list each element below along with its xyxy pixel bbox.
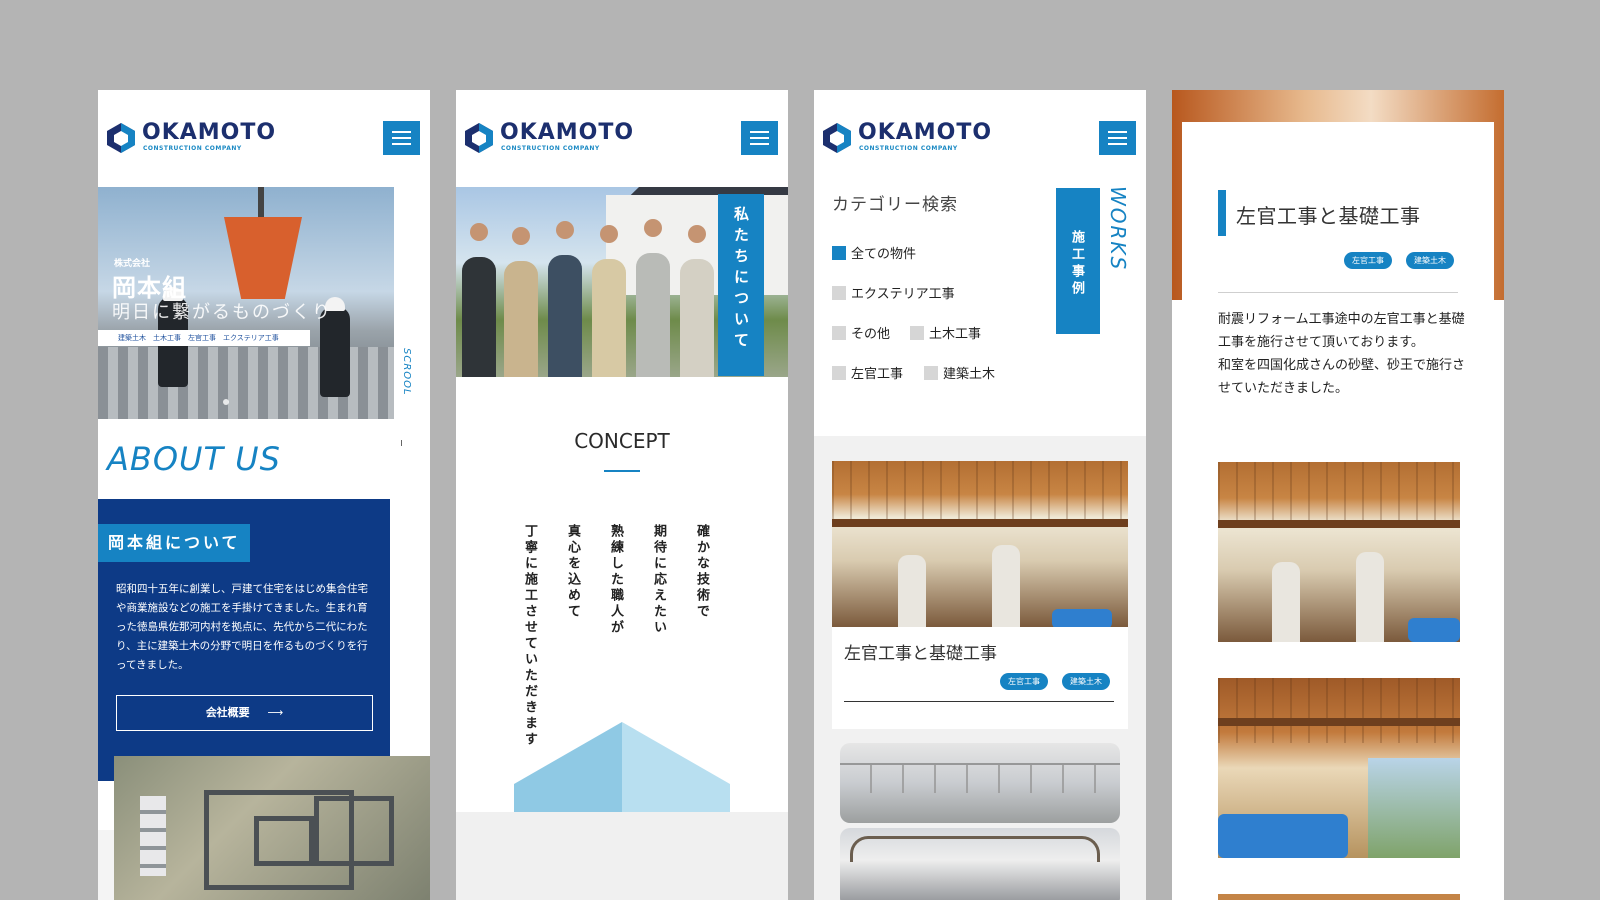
category-civil[interactable]: 土木工事 (910, 323, 981, 342)
detail-title: 左官工事と基礎工事 (1236, 204, 1421, 228)
tag-plaster[interactable]: 左官工事 (1000, 673, 1048, 690)
screen-about: OKAMOTO CONSTRUCTION COMPANY 私たちについて CON… (456, 90, 788, 900)
logo-wordmark: OKAMOTO (500, 120, 635, 145)
works-thumbnail[interactable] (840, 743, 1120, 823)
tag-architecture[interactable]: 建築土木 (1062, 673, 1110, 690)
aerial-photo (114, 756, 430, 900)
logo-wordmark: OKAMOTO (858, 120, 993, 145)
detail-photo (1218, 462, 1460, 642)
works-thumbnail[interactable] (840, 828, 1120, 900)
logo-subtitle: CONSTRUCTION COMPANY (859, 145, 958, 152)
concept-line-3: 熟練した職人が (608, 524, 623, 636)
title-accent (1218, 190, 1226, 236)
logo-subtitle: CONSTRUCTION COMPANY (501, 145, 600, 152)
carousel-dots[interactable] (222, 398, 262, 406)
checkbox-icon (832, 285, 846, 300)
category-exterior[interactable]: エクステリア工事 (832, 283, 955, 302)
site-header: OKAMOTO CONSTRUCTION COMPANY (456, 90, 788, 184)
hexagon-graphic (514, 722, 730, 818)
company-profile-button[interactable]: 会社概要 ⟶ (116, 695, 373, 731)
category-search-title: カテゴリー検索 (832, 195, 958, 215)
hamburger-icon (392, 131, 411, 133)
category-architecture[interactable]: 建築土木 (924, 363, 995, 382)
concept-line-1: 確かな技術で (694, 524, 709, 620)
card-photo (832, 461, 1128, 627)
category-all[interactable]: 全ての物件 (832, 243, 916, 262)
detail-paragraph-1: 耐震リフォーム工事途中の左官工事と基礎工事を施行させて頂いております。 (1218, 312, 1465, 350)
menu-button[interactable] (383, 121, 420, 155)
concept-line-2: 期待に応えたい (651, 524, 666, 636)
hero-catchphrase: 明日に繋がるものづくり (112, 302, 332, 323)
concept-underline (604, 470, 640, 472)
concept-title: CONCEPT (574, 429, 670, 453)
hamburger-icon (1108, 131, 1127, 133)
hexagon-logo-icon (823, 123, 851, 153)
checkbox-icon (924, 365, 938, 380)
menu-button[interactable] (1099, 121, 1136, 155)
checkbox-icon (832, 325, 846, 340)
works-tab: 施工事例 (1056, 188, 1100, 334)
category-other[interactable]: その他 (832, 323, 890, 342)
checkbox-icon (832, 365, 846, 380)
about-section-title: ABOUT US (107, 440, 281, 478)
company-profile-label: 会社概要 (205, 706, 250, 719)
tag-architecture[interactable]: 建築土木 (1406, 252, 1454, 269)
scroll-indicator: SCROOL (401, 348, 412, 396)
about-text: 昭和四十五年に創業し、戸建て住宅をはじめ集合住宅や商業施設などの施工を手掛けてき… (116, 583, 368, 671)
concept-line-5: 丁寧に施工させていただきます (522, 524, 537, 748)
hexagon-logo-icon (107, 123, 135, 153)
logo-subtitle: CONSTRUCTION COMPANY (143, 145, 242, 152)
about-us-tab: 私たちについて (718, 194, 764, 376)
tag-plaster[interactable]: 左官工事 (1344, 252, 1392, 269)
hero-service-tags: 建築土木 土木工事 左官工事 エクステリア工事 (98, 330, 310, 346)
scroll-tick (401, 440, 402, 446)
site-header: OKAMOTO CONSTRUCTION COMPANY (814, 90, 1146, 184)
works-label: WORKS (1106, 186, 1130, 272)
menu-button[interactable] (741, 121, 778, 155)
detail-body: 耐震リフォーム工事途中の左官工事と基礎工事を施行させて頂いております。 和室を四… (1218, 308, 1466, 400)
screen-works: OKAMOTO CONSTRUCTION COMPANY カテゴリー検索 全ての… (814, 90, 1146, 900)
card-title: 左官工事と基礎工事 (844, 644, 997, 664)
category-plaster[interactable]: 左官工事 (832, 363, 903, 382)
checkbox-icon (910, 325, 924, 340)
detail-photo (1218, 894, 1460, 900)
detail-photo (1218, 678, 1460, 858)
concept-line-4: 真心を込めて (565, 524, 580, 620)
checkbox-icon (832, 245, 846, 260)
arrow-right-icon: ⟶ (267, 706, 284, 719)
screen-work-detail: 左官工事と基礎工事 左官工事 建築土木 耐震リフォーム工事途中の左官工事と基礎工… (1172, 90, 1504, 900)
hamburger-icon (750, 131, 769, 133)
detail-paragraph-2: 和室を四国化成さんの砂壁、砂王で施行させていただきました。 (1218, 358, 1466, 396)
works-card[interactable]: 左官工事と基礎工事 左官工事 建築土木 (832, 461, 1128, 729)
screen-top-page: OKAMOTO CONSTRUCTION COMPANY 株式会社 岡本組 明日… (98, 90, 430, 900)
about-label: 岡本組について (98, 524, 250, 562)
logo-wordmark: OKAMOTO (142, 120, 277, 145)
hexagon-logo-icon (465, 123, 493, 153)
site-header: OKAMOTO CONSTRUCTION COMPANY (98, 90, 430, 184)
